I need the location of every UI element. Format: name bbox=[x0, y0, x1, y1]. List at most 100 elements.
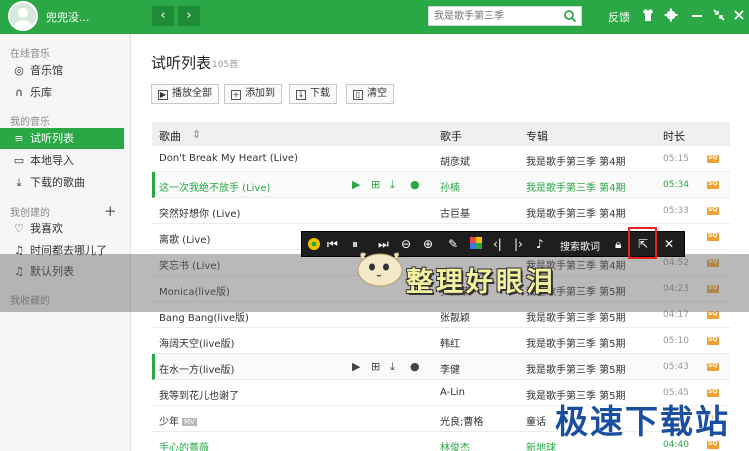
sidebar-item-trial-list[interactable]: ≡ 试听列表 bbox=[0, 128, 124, 149]
music-hall-icon: ◎ bbox=[14, 64, 24, 77]
sq-badge bbox=[707, 232, 719, 241]
minimize-icon[interactable] bbox=[689, 8, 705, 24]
back-button[interactable]: ‹ bbox=[152, 6, 174, 26]
search-input[interactable] bbox=[429, 7, 557, 25]
sidebar-item-downloads[interactable]: ⤓ 下载的歌曲 bbox=[0, 172, 124, 193]
song-title[interactable]: 海阔天空(live版) bbox=[159, 335, 234, 350]
avatar[interactable] bbox=[8, 1, 38, 31]
album[interactable]: 我是歌手第三季 第4期 bbox=[526, 153, 626, 168]
close-icon[interactable] bbox=[731, 8, 747, 24]
mv-badge[interactable]: MV bbox=[182, 418, 197, 426]
clear-button[interactable]: ▯ 清空 bbox=[346, 84, 394, 104]
lock-icon[interactable]: 🔒︎ bbox=[615, 237, 621, 251]
song-title[interactable]: 少年 bbox=[159, 417, 179, 428]
song-title[interactable]: 这一次我绝不放手 (Live) bbox=[159, 179, 270, 194]
download-icon: ⤓ bbox=[16, 176, 22, 189]
col-album[interactable]: 专辑 bbox=[526, 128, 548, 144]
search-icon[interactable] bbox=[563, 9, 577, 23]
add-to-button[interactable]: + 添加到 bbox=[224, 84, 282, 104]
col-singer[interactable]: 歌手 bbox=[440, 128, 462, 144]
username[interactable]: 兜兜没... bbox=[46, 9, 90, 25]
section-my-music: 我的音乐 bbox=[10, 117, 50, 128]
play-icon[interactable]: ▶ bbox=[352, 178, 360, 191]
song-title[interactable]: 在水一方(live版) bbox=[159, 361, 234, 376]
forward-button[interactable]: › bbox=[178, 6, 200, 26]
download-icon[interactable]: ⤓ bbox=[390, 178, 395, 192]
previous-icon[interactable]: ⏮ bbox=[327, 237, 338, 251]
sidebar-item-favorites[interactable]: ♡ 我喜欢 bbox=[0, 218, 124, 239]
sort-icon[interactable]: ⇕ bbox=[192, 128, 201, 141]
more-icon[interactable]: ● bbox=[410, 178, 420, 191]
album[interactable]: 新地球 bbox=[526, 439, 556, 451]
table-header: 歌曲 ⇕ 歌手 专辑 时长 bbox=[152, 122, 730, 146]
search-lyrics-button[interactable]: 搜索歌词 bbox=[560, 238, 600, 253]
duration: 05:33 bbox=[663, 206, 689, 216]
duration: 05:43 bbox=[663, 362, 689, 372]
more-icon[interactable]: ● bbox=[410, 360, 420, 373]
singer[interactable]: 胡彦斌 bbox=[440, 153, 470, 168]
song-title[interactable]: 我等到花儿也谢了 bbox=[159, 387, 239, 402]
download-button[interactable]: ↓ 下载 bbox=[289, 84, 337, 104]
gear-icon[interactable] bbox=[663, 8, 679, 24]
plus-icon: + bbox=[231, 90, 241, 100]
singer[interactable]: A-Lin bbox=[440, 387, 465, 398]
headphones-icon: ∩ bbox=[14, 86, 24, 99]
singer[interactable]: 韩红 bbox=[440, 335, 460, 350]
download-icon[interactable]: ⤓ bbox=[390, 360, 395, 374]
sidebar-item-label: 我喜欢 bbox=[30, 222, 63, 235]
album[interactable]: 我是歌手第三季 第5期 bbox=[526, 335, 626, 350]
shrink-icon[interactable] bbox=[711, 8, 727, 24]
singer[interactable]: 光良;曹格 bbox=[440, 413, 483, 428]
sidebar-item-label: 下载的歌曲 bbox=[30, 176, 85, 189]
col-song[interactable]: 歌曲 bbox=[159, 128, 181, 144]
song-title[interactable]: 突然好想你 (Live) bbox=[159, 205, 240, 220]
singer[interactable]: 李健 bbox=[440, 361, 460, 376]
sidebar-item-music-hall[interactable]: ◎ 音乐馆 bbox=[0, 60, 124, 81]
album[interactable]: 我是歌手第三季 第4期 bbox=[526, 179, 626, 194]
album[interactable]: 我是歌手第三季 第5期 bbox=[526, 361, 626, 376]
monitor-icon: ▭ bbox=[13, 154, 25, 167]
table-row[interactable]: 在水一方(live版) ▶ ⊞ ⤓ ● 李健 我是歌手第三季 第5期 05:43 bbox=[152, 354, 730, 380]
add-icon[interactable]: ⊞ bbox=[371, 178, 380, 191]
tshirt-icon[interactable] bbox=[640, 8, 656, 24]
color-icon[interactable] bbox=[470, 237, 482, 252]
sidebar: 在线音乐 ◎ 音乐馆 ∩ 乐库 我的音乐 ≡ 试听列表 ▭ 本地导入 ⤓ 下载的歌曲 我创… bbox=[0, 34, 131, 451]
search-box bbox=[428, 6, 582, 26]
singer-icon[interactable]: ♪ bbox=[536, 237, 544, 251]
play-icon[interactable]: ▶ bbox=[352, 360, 360, 373]
col-duration[interactable]: 时长 bbox=[663, 128, 685, 144]
duration: 05:34 bbox=[663, 180, 689, 190]
album[interactable]: 童话 bbox=[526, 413, 546, 428]
table-row[interactable]: 海阔天空(live版) 韩红 我是歌手第三季 第5期 05:10 bbox=[152, 328, 730, 354]
sidebar-item-library[interactable]: ∩ 乐库 bbox=[0, 82, 124, 103]
rewind-lyric-icon[interactable]: ‹| bbox=[493, 237, 502, 251]
forward-lyric-icon[interactable]: |› bbox=[514, 237, 523, 251]
feedback-link[interactable]: 反馈 bbox=[608, 9, 630, 25]
add-icon[interactable]: ⊞ bbox=[371, 360, 380, 373]
page-title: 试听列表 bbox=[151, 54, 212, 72]
close-lyrics-icon[interactable]: ✕ bbox=[664, 237, 674, 251]
qq-music-logo-icon[interactable] bbox=[307, 237, 321, 254]
top-bar: 兜兜没... ‹ › 反馈 bbox=[0, 0, 749, 34]
sq-badge bbox=[707, 310, 719, 319]
song-title[interactable]: 离歌 (Live) bbox=[159, 231, 210, 246]
watermark-logo: 极速下载站 bbox=[555, 402, 730, 441]
singer[interactable]: 孙楠 bbox=[440, 179, 460, 194]
sq-badge bbox=[707, 180, 719, 189]
song-title[interactable]: 手心的薔薇 bbox=[159, 439, 209, 451]
play-all-button[interactable]: ▶ 播放全部 bbox=[151, 84, 219, 104]
wrench-icon[interactable]: ✎ bbox=[448, 237, 458, 251]
duration: 05:10 bbox=[663, 336, 689, 346]
sidebar-item-label: 试听列表 bbox=[30, 132, 74, 145]
album[interactable]: 我是歌手第三季 第4期 bbox=[526, 205, 626, 220]
singer[interactable]: 林俊杰 bbox=[440, 439, 470, 451]
table-row[interactable]: 突然好想你 (Live) 古巨基 我是歌手第三季 第4期 05:33 bbox=[152, 198, 730, 224]
table-row[interactable]: 这一次我绝不放手 (Live) ▶ ⊞ ⤓ ● 孙楠 我是歌手第三季 第4期 0… bbox=[152, 172, 730, 198]
highlight-box bbox=[628, 227, 657, 259]
singer[interactable]: 古巨基 bbox=[440, 205, 470, 220]
zoom-in-icon[interactable]: ⊕ bbox=[423, 237, 433, 251]
table-row[interactable]: Don't Break My Heart (Live) 胡彦斌 我是歌手第三季 … bbox=[152, 146, 730, 172]
song-title-wrap[interactable]: 少年 MV bbox=[159, 413, 197, 428]
song-title[interactable]: Don't Break My Heart (Live) bbox=[159, 153, 298, 164]
sidebar-item-local-import[interactable]: ▭ 本地导入 bbox=[0, 150, 124, 171]
